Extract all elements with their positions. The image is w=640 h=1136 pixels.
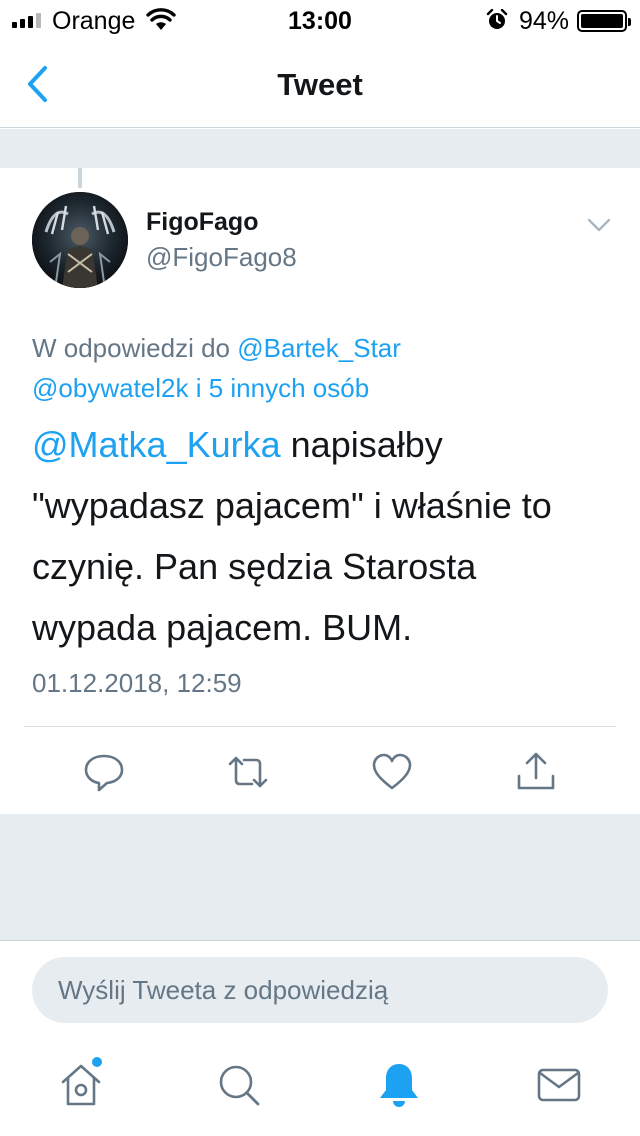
home-notification-dot	[92, 1057, 102, 1067]
tweet-text-line: czynię. Pan sędzia Starosta	[32, 546, 477, 587]
avatar[interactable]	[32, 192, 128, 288]
author-handle[interactable]: @FigoFago8	[146, 242, 297, 273]
tweet-text-line: wypada pajacem. BUM.	[32, 607, 413, 648]
tweet-text-line: napisałby	[280, 424, 443, 465]
tweet-mention[interactable]: @Matka_Kurka	[32, 424, 281, 465]
navigation-bar: Tweet	[0, 40, 640, 128]
alarm-icon	[486, 9, 508, 29]
reply-input[interactable]: Wyślij Tweeta z odpowiedzią	[32, 957, 608, 1023]
divider	[24, 726, 616, 727]
tweet-card: FigoFago @FigoFago8 W odpowiedzi do @Bar…	[0, 168, 640, 814]
battery-percent: 94%	[519, 7, 570, 35]
page-title: Tweet	[277, 67, 363, 102]
share-icon[interactable]	[514, 750, 558, 794]
like-icon[interactable]	[370, 750, 414, 794]
author-display-name[interactable]: FigoFago	[146, 208, 258, 237]
reply-others-link[interactable]: i 5 innych osób	[188, 373, 369, 403]
retweet-icon[interactable]	[226, 750, 270, 794]
reply-icon[interactable]	[82, 750, 126, 794]
tweet-timestamp: 01.12.2018, 12:59	[32, 668, 242, 698]
thread-line	[78, 168, 82, 188]
reply-mention-bartek[interactable]: @Bartek_Star	[237, 333, 401, 363]
reply-context-prefix: W odpowiedzi do	[32, 333, 238, 363]
search-icon[interactable]	[214, 1060, 264, 1110]
reply-context: W odpowiedzi do @Bartek_Star @obywatel2k…	[32, 328, 612, 408]
home-icon[interactable]	[56, 1060, 106, 1110]
notifications-icon[interactable]	[374, 1060, 424, 1110]
tweet-text: @Matka_Kurka napisałby "wypadasz pajacem…	[32, 414, 612, 658]
messages-icon[interactable]	[534, 1060, 584, 1110]
empty-area	[0, 814, 640, 940]
status-bar: Orange 13:00 94%	[0, 0, 640, 40]
separator-band	[0, 129, 640, 168]
tweet-text-line: "wypadasz pajacem" i właśnie to	[32, 485, 552, 526]
battery-icon	[577, 10, 631, 32]
reply-mention-obywatel[interactable]: @obywatel2k	[32, 373, 188, 403]
chevron-down-icon[interactable]	[586, 216, 612, 234]
